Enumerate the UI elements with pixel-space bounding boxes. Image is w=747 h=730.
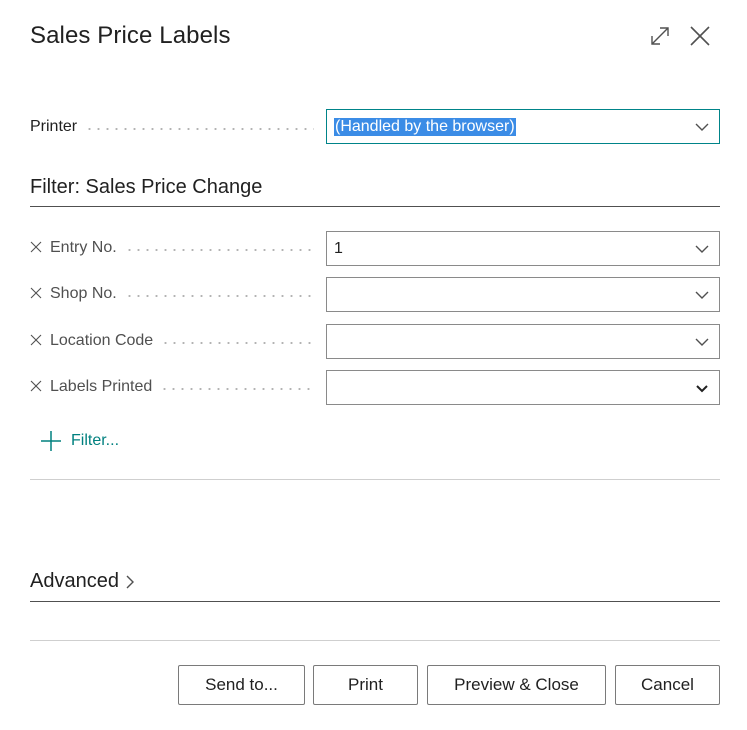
add-filter-label: Filter... — [71, 432, 120, 449]
leader-dots — [124, 295, 314, 297]
filter-field-label: Shop No. — [50, 285, 117, 302]
chevron-down-icon[interactable] — [693, 118, 711, 136]
filter-end-divider — [30, 479, 720, 480]
cancel-button[interactable]: Cancel — [615, 665, 720, 705]
remove-filter-icon[interactable] — [30, 287, 44, 301]
expand-icon[interactable] — [648, 24, 672, 48]
advanced-label: Advanced — [30, 570, 119, 592]
close-icon[interactable] — [688, 24, 712, 48]
filter-field-label: Entry No. — [50, 239, 117, 256]
leader-dots — [85, 128, 314, 130]
advanced-toggle[interactable]: Advanced — [30, 570, 137, 593]
filter-field-label: Labels Printed — [50, 378, 153, 395]
remove-filter-icon[interactable] — [30, 380, 44, 394]
leader-dots — [160, 388, 314, 390]
filter-field-shop-no: Shop No. — [30, 284, 314, 304]
add-filter-button[interactable]: Filter... — [40, 430, 119, 452]
printer-select[interactable]: (Handled by the browser) — [326, 109, 720, 144]
chevron-right-icon — [126, 575, 134, 588]
labels-printed-select[interactable] — [326, 370, 720, 405]
chevron-down-icon[interactable] — [693, 333, 711, 351]
location-code-select[interactable] — [326, 324, 720, 359]
chevron-down-icon[interactable] — [693, 240, 711, 258]
filter-field-labels-printed: Labels Printed — [30, 377, 314, 397]
advanced-divider — [30, 601, 720, 602]
printer-select-value: (Handled by the browser) — [334, 117, 516, 136]
entry-no-select[interactable]: 1 — [326, 231, 720, 266]
leader-dots — [124, 249, 314, 251]
footer-divider — [30, 640, 720, 641]
leader-dots — [161, 342, 314, 344]
print-button[interactable]: Print — [313, 665, 418, 705]
filter-field-entry-no: Entry No. — [30, 238, 314, 258]
entry-no-value: 1 — [334, 239, 343, 257]
shop-no-select[interactable] — [326, 277, 720, 312]
printer-label-text: Printer — [30, 118, 78, 135]
printer-label: Printer — [30, 117, 314, 137]
preview-close-button[interactable]: Preview & Close — [427, 665, 606, 705]
filter-section-title: Filter: Sales Price Change — [30, 176, 263, 198]
chevron-down-icon[interactable] — [693, 379, 711, 397]
remove-filter-icon[interactable] — [30, 241, 44, 255]
send-to-button[interactable]: Send to... — [178, 665, 305, 705]
remove-filter-icon[interactable] — [30, 334, 44, 348]
plus-icon — [41, 431, 61, 451]
filter-field-label: Location Code — [50, 332, 154, 349]
dialog-title: Sales Price Labels — [30, 22, 231, 49]
filter-section-divider — [30, 206, 720, 207]
filter-field-location-code: Location Code — [30, 331, 314, 351]
chevron-down-icon[interactable] — [693, 286, 711, 304]
